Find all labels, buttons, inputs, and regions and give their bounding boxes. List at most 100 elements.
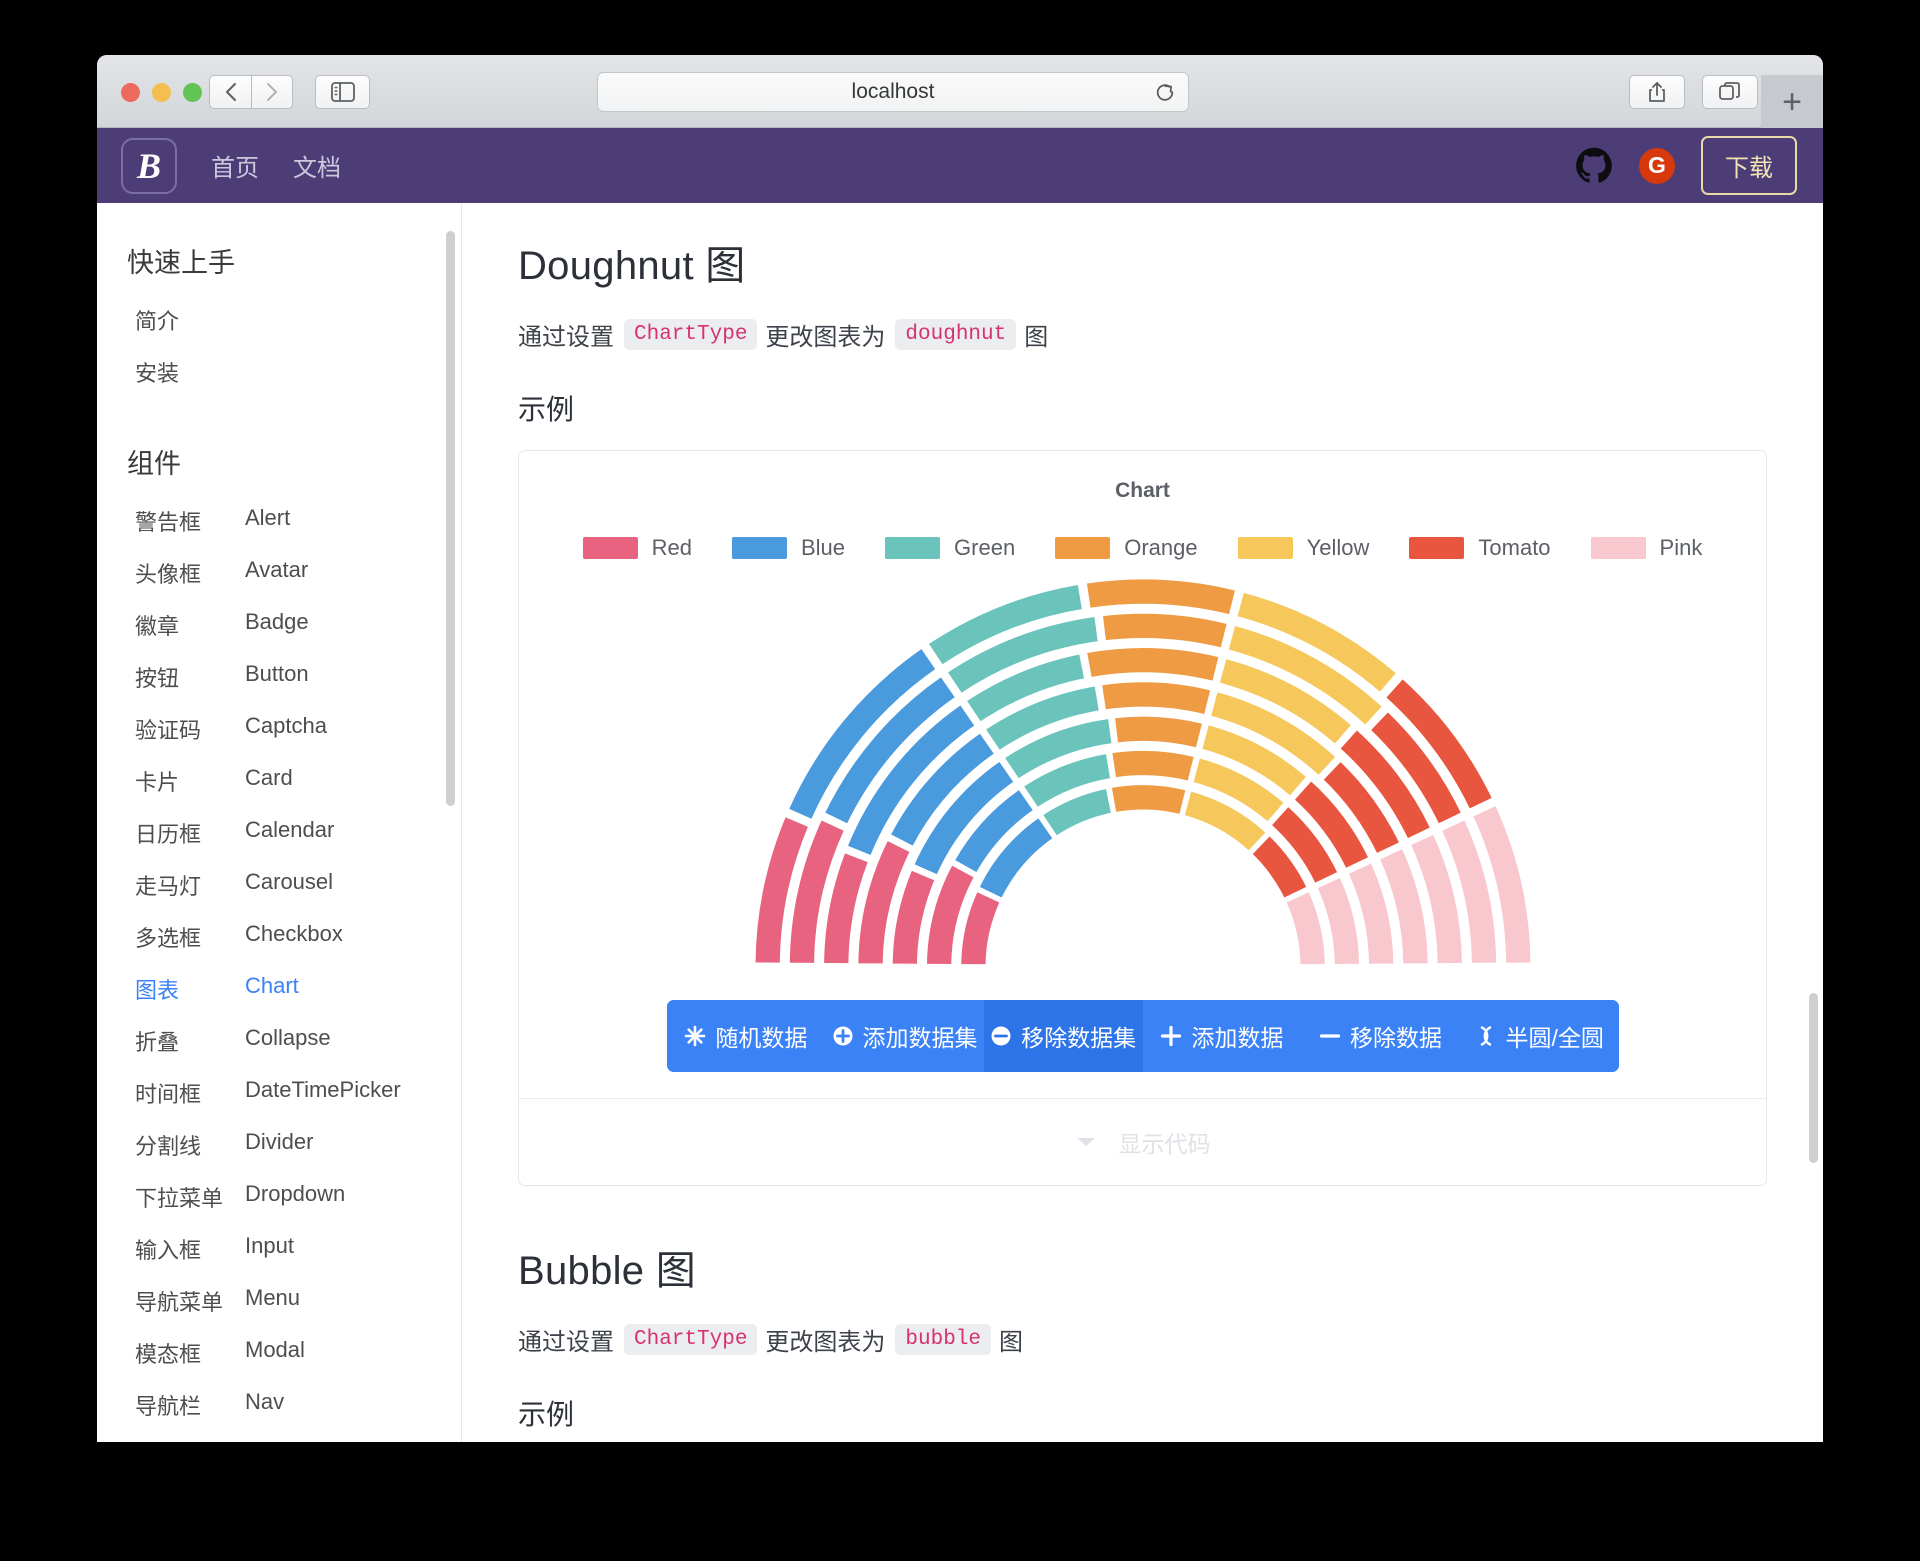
demo-body: Chart Red Blue Green Orange Yellow Tomato Pink…	[519, 451, 1766, 1098]
minimize-window-button[interactable]	[152, 83, 171, 102]
bubble-title: Bubble 图	[518, 1249, 697, 1293]
doughnut-segment-orange[interactable]	[1108, 747, 1197, 785]
sidebar-item-chart[interactable]: 图表 Chart	[97, 963, 461, 1015]
chart-button-label: 移除数据集	[1021, 1025, 1137, 1051]
chart-button-plus[interactable]: 添加数据	[1142, 1000, 1302, 1072]
sidebar-item-label-en: Chart	[245, 973, 299, 998]
gitee-icon[interactable]: G	[1639, 147, 1675, 184]
sidebar-item-label-cn: 安装	[135, 361, 180, 386]
doughnut-chart-svg	[751, 576, 1534, 968]
doughnut-segment-pink[interactable]	[1282, 888, 1328, 968]
doughnut-segment-orange[interactable]	[1107, 782, 1189, 818]
share-icon	[1649, 82, 1665, 102]
legend-item-yellow[interactable]: Yellow	[1237, 535, 1369, 561]
sidebar-item-datetimepicker[interactable]: 时间框 DateTimePicker	[97, 1067, 461, 1119]
sidebar-item-简介[interactable]: 简介	[97, 294, 461, 346]
sidebar-item-calendar[interactable]: 日历框 Calendar	[97, 807, 461, 859]
maximize-window-button[interactable]	[183, 83, 202, 102]
docs-main-content: Doughnut 图 通过设置 ChartType 更改图表为 doughnut…	[462, 203, 1823, 1442]
doughnut-segment-orange[interactable]	[1098, 679, 1214, 718]
url-text: localhost	[851, 80, 935, 103]
sidebar-item-input[interactable]: 输入框 Input	[97, 1223, 461, 1275]
show-code-toggle[interactable]: 显示代码	[519, 1098, 1766, 1185]
share-button[interactable]	[1629, 75, 1685, 109]
legend-item-green[interactable]: Green	[885, 535, 1015, 561]
sidebar-section-title: 快速上手	[127, 248, 235, 278]
chart-button-half-circle[interactable]: 半圆/全圆	[1459, 1000, 1619, 1072]
doughnut-segment-orange[interactable]	[1111, 713, 1205, 751]
sidebar-item-label-en: Badge	[245, 609, 309, 634]
chart-button-minus[interactable]: 移除数据	[1301, 1000, 1460, 1072]
navbar-actions: G 下载	[1575, 136, 1797, 195]
sidebar-toggle-button[interactable]	[315, 75, 370, 109]
page-body: 快速上手 简介 安装 组件 警告框 Alert 头像框 Avatar 徽章 Badge 按钮 Butt…	[97, 203, 1823, 1442]
sidebar-item-label-cn: 时间框	[135, 1082, 202, 1107]
new-tab-button[interactable]: +	[1761, 75, 1823, 128]
chart-button-label: 半圆/全圆	[1505, 1025, 1604, 1051]
sidebar-item-label-cn: 简介	[135, 309, 180, 334]
sidebar-item-label-cn: 头像框	[135, 562, 202, 587]
sidebar-item-divider[interactable]: 分割线 Divider	[97, 1119, 461, 1171]
doughnut-chart[interactable]	[545, 567, 1740, 982]
doughnut-segment-orange[interactable]	[1099, 610, 1230, 652]
close-window-button[interactable]	[121, 83, 140, 102]
sidebar-item-label-cn: 折叠	[135, 1030, 180, 1055]
sidebar-item-label-cn: 输入框	[135, 1238, 202, 1263]
legend-swatch	[885, 537, 941, 559]
sidebar-item-label-en: Card	[245, 765, 293, 790]
doughnut-segment-orange[interactable]	[1083, 645, 1222, 685]
site-logo[interactable]: B	[121, 137, 177, 194]
chart-button-shuffle[interactable]: 随机数据	[666, 1000, 826, 1072]
nav-link-docs[interactable]: 文档	[293, 148, 341, 183]
legend-label: Pink	[1659, 535, 1703, 560]
sidebar-item-dropdown[interactable]: 下拉菜单 Dropdown	[97, 1171, 461, 1223]
forward-button[interactable]	[251, 75, 293, 109]
sidebar-item-label-en: Nav	[245, 1389, 285, 1414]
doughnut-segment-red[interactable]	[957, 888, 1003, 968]
nav-link-home[interactable]: 首页	[211, 148, 259, 183]
download-button[interactable]: 下载	[1701, 136, 1797, 195]
sidebar-item-label-en: Checkbox	[245, 921, 343, 946]
sidebar-item-collapse[interactable]: 折叠 Collapse	[97, 1015, 461, 1067]
sidebar-item-carousel[interactable]: 走马灯 Carousel	[97, 859, 461, 911]
doughnut-segment-orange[interactable]	[1083, 576, 1239, 618]
address-bar[interactable]: localhost	[597, 72, 1189, 112]
sidebar-item-label-cn: 分割线	[135, 1134, 202, 1159]
page-title: Doughnut 图	[518, 244, 746, 288]
sidebar-item-alert[interactable]: 警告框 Alert	[97, 495, 461, 547]
sidebar-item-label-cn: 图表	[135, 978, 180, 1003]
sidebar-item-安装[interactable]: 安装	[97, 346, 461, 398]
legend-item-orange[interactable]: Orange	[1055, 535, 1198, 561]
sidebar-item-modal[interactable]: 模态框 Modal	[97, 1327, 461, 1379]
chart-button-plus-circle[interactable]: 添加数据集	[825, 1000, 984, 1072]
sidebar-item-label-en: Button	[245, 661, 309, 686]
sidebar-item-menu[interactable]: 导航菜单 Menu	[97, 1275, 461, 1327]
sidebar-item-checkbox[interactable]: 多选框 Checkbox	[97, 911, 461, 963]
legend-item-blue[interactable]: Blue	[732, 535, 845, 561]
show-tabs-button[interactable]	[1702, 75, 1758, 109]
legend-label: Tomato	[1478, 535, 1551, 560]
legend-item-red[interactable]: Red	[582, 535, 692, 561]
reload-button[interactable]	[1154, 82, 1176, 104]
sidebar-item-pagination[interactable]: 分页Pagination	[97, 1431, 461, 1442]
legend-item-tomato[interactable]: Tomato	[1409, 535, 1551, 561]
sidebar-item-nav[interactable]: 导航栏 Nav	[97, 1379, 461, 1431]
sidebar-item-badge[interactable]: 徽章 Badge	[97, 599, 461, 651]
sidebar-scrollbar[interactable]	[446, 231, 455, 806]
chart-button-minus-circle[interactable]: 移除数据集	[983, 1000, 1143, 1072]
sidebar-item-card[interactable]: 卡片 Card	[97, 755, 461, 807]
show-code-label: 显示代码	[1118, 1131, 1211, 1157]
back-button[interactable]	[209, 75, 251, 109]
sidebar-item-button[interactable]: 按钮 Button	[97, 651, 461, 703]
legend-item-pink[interactable]: Pink	[1590, 535, 1703, 561]
sidebar-item-captcha[interactable]: 验证码 Captcha	[97, 703, 461, 755]
sidebar-item-label-cn: 走马灯	[135, 874, 202, 899]
chevron-down-icon	[1076, 1138, 1095, 1146]
browser-window: localhost + B 首页 文档 G 下载 快速上手 简介 安装 组件 警…	[97, 55, 1823, 1442]
main-scrollbar[interactable]	[1809, 993, 1818, 1163]
chevron-left-icon	[225, 83, 236, 101]
sidebar-item-avatar[interactable]: 头像框 Avatar	[97, 547, 461, 599]
show-tabs-icon	[1719, 82, 1740, 100]
github-icon[interactable]	[1575, 147, 1613, 185]
sidebar-item-label-en: Calendar	[245, 817, 335, 842]
